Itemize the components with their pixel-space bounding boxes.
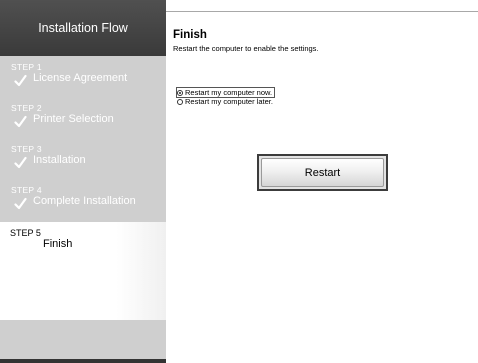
step-list: STEP 1 License Agreement STEP 2 Printer … [0, 56, 166, 320]
restart-button-label: Restart [261, 158, 384, 187]
step-5-active: STEP 5 Finish [0, 222, 166, 320]
step-number: STEP 5 [10, 228, 41, 238]
step-label: License Agreement [33, 72, 128, 84]
sidebar-footer-bar [0, 359, 166, 363]
step-1: STEP 1 License Agreement [0, 56, 166, 97]
checkmark-icon [14, 115, 27, 128]
restart-now-option[interactable]: Restart my computer now. [175, 87, 276, 98]
page-subtitle: Restart the computer to enable the setti… [173, 44, 319, 53]
radio-selected-icon[interactable] [177, 89, 183, 96]
step-3: STEP 3 Installation [0, 138, 166, 179]
step-number: STEP 4 [11, 185, 42, 195]
step-label: Printer Selection [33, 113, 114, 125]
step-number: STEP 1 [11, 62, 42, 72]
option-label: Restart my computer later. [185, 97, 273, 106]
step-label: Complete Installation [33, 195, 136, 207]
step-number: STEP 2 [11, 103, 42, 113]
page-title: Finish [173, 29, 207, 41]
header-divider [166, 11, 478, 12]
installer-window: Installation Flow STEP 1 License Agreeme… [0, 0, 478, 363]
restart-later-option[interactable]: Restart my computer later. [177, 97, 274, 106]
step-label: Installation [33, 154, 86, 166]
step-2: STEP 2 Printer Selection [0, 97, 166, 138]
restart-button[interactable]: Restart [257, 154, 388, 191]
checkmark-icon [14, 74, 27, 87]
step-4: STEP 4 Complete Installation [0, 179, 166, 220]
radio-unselected-icon[interactable] [177, 98, 183, 105]
option-label: Restart my computer now. [185, 88, 273, 97]
restart-options: Restart my computer now. Restart my comp… [175, 87, 276, 106]
checkmark-icon [14, 156, 27, 169]
sidebar-title: Installation Flow [0, 0, 166, 56]
installation-flow-sidebar: Installation Flow STEP 1 License Agreeme… [0, 0, 166, 363]
checkmark-icon [14, 197, 27, 210]
step-number: STEP 3 [11, 144, 42, 154]
step-label: Finish [43, 238, 73, 250]
